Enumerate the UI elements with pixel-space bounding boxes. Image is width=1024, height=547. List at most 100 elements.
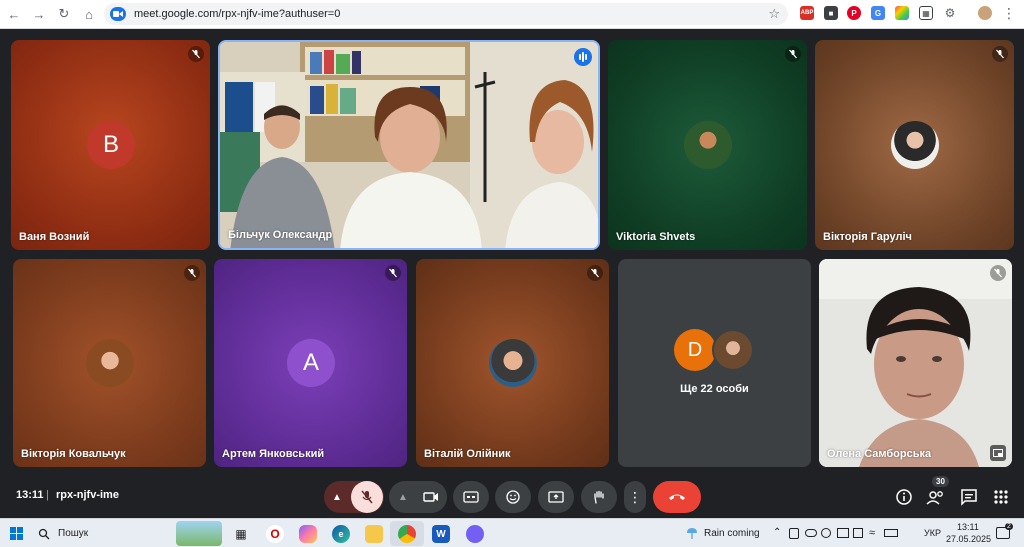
site-info-icon[interactable] xyxy=(110,7,126,21)
chrome-icon[interactable] xyxy=(398,525,416,543)
weather-icon[interactable] xyxy=(684,525,700,541)
color-extension-icon[interactable] xyxy=(895,6,909,20)
participant-tile[interactable]: A Артем Янковський xyxy=(214,259,407,467)
apps-grid-icon xyxy=(994,490,1008,504)
clock-time[interactable]: 13:11 xyxy=(957,522,979,532)
participant-tile[interactable]: Вікторія Ковальчук xyxy=(13,259,206,467)
wifi-icon[interactable]: ≈ xyxy=(869,527,875,539)
people-button[interactable] xyxy=(926,488,946,506)
word-icon[interactable]: W xyxy=(432,525,450,543)
present-icon xyxy=(548,491,564,503)
translate-extension-icon[interactable]: G xyxy=(871,6,885,20)
more-vert-icon: ⋮ xyxy=(628,489,642,505)
clock-date[interactable]: 27.05.2025 xyxy=(946,534,991,544)
copilot-icon[interactable] xyxy=(299,525,317,543)
avatar xyxy=(684,121,732,169)
participant-tile[interactable]: B Ваня Возний xyxy=(11,40,210,250)
hand-icon xyxy=(594,490,604,504)
chat-icon xyxy=(961,489,977,506)
forward-icon[interactable]: → xyxy=(28,3,50,25)
participant-video-tile[interactable]: Більчук Олександр xyxy=(218,40,600,250)
participant-tile[interactable]: Viktoria Shvets xyxy=(608,40,807,250)
mic-off-icon xyxy=(361,490,373,504)
hang-up-icon xyxy=(669,494,685,500)
separator: | xyxy=(46,489,49,501)
extensions-puzzle-icon[interactable]: ⚙ xyxy=(943,6,957,20)
mic-off-icon xyxy=(385,265,401,281)
pip-icon[interactable] xyxy=(990,445,1006,461)
people-icon xyxy=(926,491,943,505)
avatar: B xyxy=(87,121,135,169)
participant-name: Вікторія Ковальчук xyxy=(21,448,126,460)
address-bar[interactable]: meet.google.com/rpx-njfv-ime?authuser=0 … xyxy=(104,3,788,25)
more-participants-label: Ще 22 особи xyxy=(680,383,749,395)
tablet-icon[interactable] xyxy=(853,528,863,538)
speaking-indicator-icon xyxy=(574,48,592,66)
bookmark-star-icon[interactable]: ☆ xyxy=(768,6,780,22)
reload-icon[interactable]: ↻ xyxy=(53,3,75,25)
notifications-badge: 2 xyxy=(1005,523,1013,530)
participant-name: Вікторія Гаруліч xyxy=(823,231,912,243)
participant-name: Більчук Олександр xyxy=(228,229,333,241)
video-feed xyxy=(220,42,598,248)
meeting-info-button[interactable] xyxy=(895,488,913,506)
activities-button[interactable] xyxy=(992,488,1010,506)
chevron-up-icon[interactable]: ⌃ xyxy=(773,527,781,538)
pinterest-extension-icon[interactable]: P xyxy=(847,6,861,20)
task-view-icon[interactable]: ▦ xyxy=(232,525,250,543)
language-indicator[interactable]: УКР xyxy=(924,528,941,538)
chat-button[interactable] xyxy=(960,488,978,506)
profile-avatar[interactable] xyxy=(978,6,992,20)
avatar xyxy=(86,339,134,387)
chevron-up-icon[interactable]: ▲ xyxy=(332,492,342,503)
avatar xyxy=(712,329,754,371)
meeting-time: 13:11 xyxy=(16,489,44,501)
keyboard-icon[interactable] xyxy=(884,529,898,537)
present-screen-button[interactable] xyxy=(538,481,574,513)
search-highlight-image[interactable] xyxy=(176,521,222,546)
onedrive-icon[interactable] xyxy=(789,528,799,539)
qr-extension-icon[interactable]: ▦ xyxy=(919,6,933,20)
back-icon[interactable]: ← xyxy=(3,3,25,25)
home-icon[interactable]: ⌂ xyxy=(78,3,100,25)
search-icon[interactable] xyxy=(38,527,50,540)
mic-off-icon xyxy=(184,265,200,281)
viber-icon[interactable] xyxy=(466,525,484,543)
captions-button[interactable] xyxy=(453,481,489,513)
extension-icon[interactable]: ■ xyxy=(824,6,838,20)
participant-name: Артем Янковський xyxy=(222,448,325,460)
avatar: D xyxy=(674,329,716,371)
emoji-icon xyxy=(506,490,520,504)
mic-off-icon xyxy=(992,46,1008,62)
adblock-extension-icon[interactable]: ABP xyxy=(800,6,814,20)
windows-start-icon[interactable] xyxy=(10,527,23,540)
participant-name: Віталій Олійник xyxy=(424,448,511,460)
camera-toggle-button[interactable] xyxy=(415,481,447,513)
participant-tile[interactable]: Вікторія Гаруліч xyxy=(815,40,1014,250)
weather-text[interactable]: Rain coming xyxy=(704,528,760,539)
opera-icon[interactable]: O xyxy=(266,525,284,543)
cloud-icon[interactable] xyxy=(805,529,817,537)
avatar xyxy=(489,339,537,387)
more-participants-tile[interactable]: D Ще 22 особи xyxy=(618,259,811,467)
more-options-button[interactable]: ⋮ xyxy=(624,481,646,513)
end-call-button[interactable] xyxy=(653,481,701,513)
participant-tile[interactable]: Віталій Олійник xyxy=(416,259,609,467)
screen-icon[interactable] xyxy=(837,528,849,538)
participants-count-badge: 30 xyxy=(932,476,949,487)
camera-icon xyxy=(423,492,438,502)
taskbar-search-input[interactable]: Пошук xyxy=(58,528,88,539)
browser-menu-icon[interactable]: ⋮ xyxy=(1002,6,1016,20)
file-explorer-icon[interactable] xyxy=(365,525,383,543)
mic-off-icon xyxy=(188,46,204,62)
sync-icon[interactable] xyxy=(821,528,831,538)
participant-video-tile[interactable]: Олена Самборська xyxy=(819,259,1012,467)
reactions-button[interactable] xyxy=(495,481,531,513)
chevron-up-icon[interactable]: ▲ xyxy=(398,492,408,503)
mic-control-group: ▲ xyxy=(324,481,384,513)
avatar xyxy=(891,121,939,169)
mic-toggle-button[interactable] xyxy=(351,481,383,513)
edge-icon[interactable]: e xyxy=(332,525,350,543)
mic-off-icon xyxy=(785,46,801,62)
raise-hand-button[interactable] xyxy=(581,481,617,513)
